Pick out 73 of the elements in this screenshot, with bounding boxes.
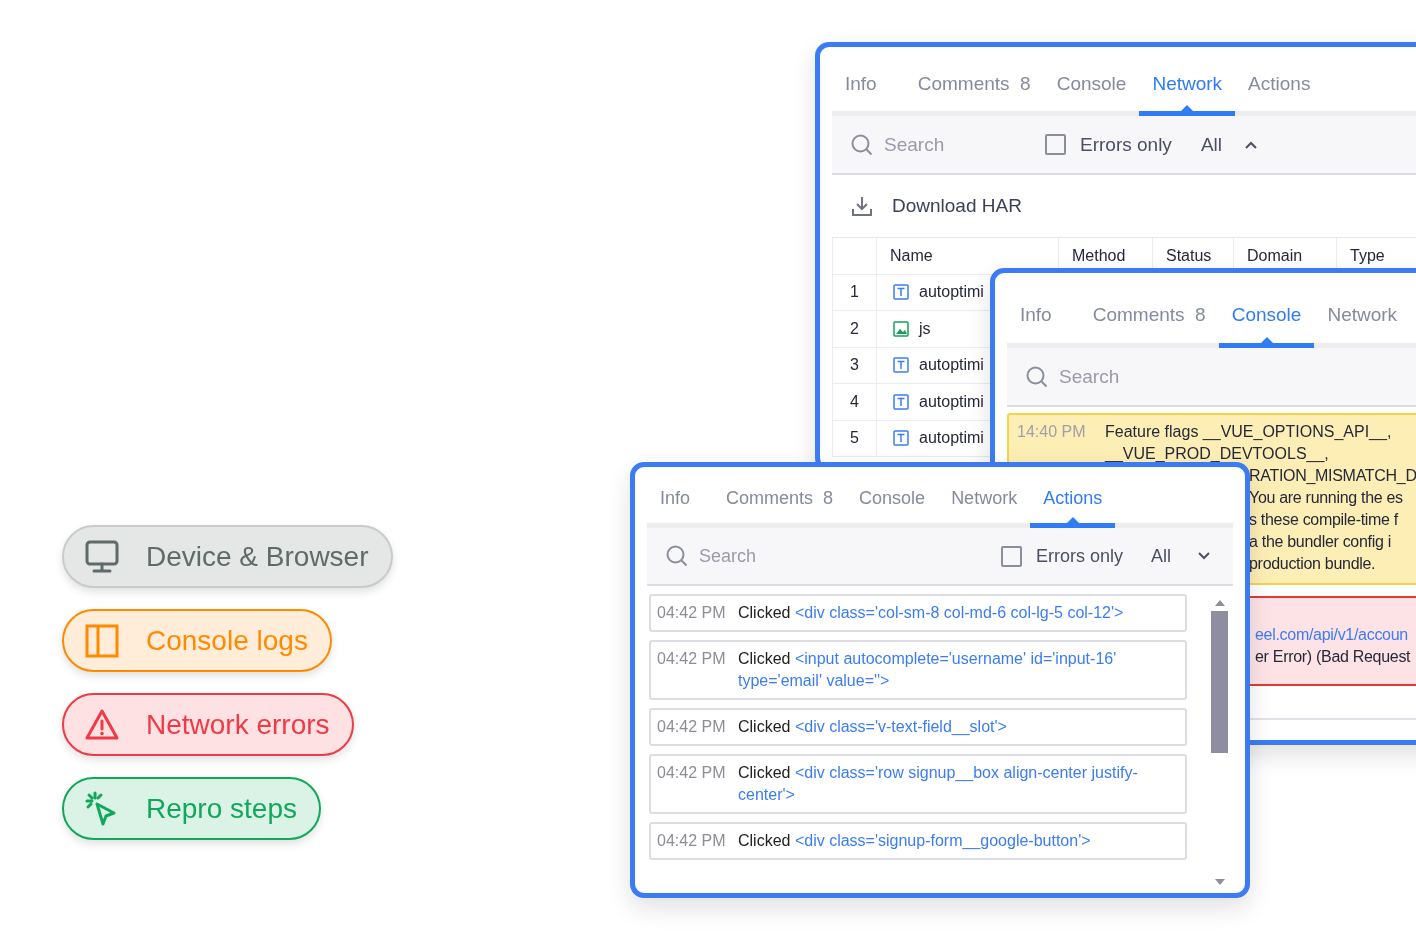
action-description: Clicked <div class='signup-form__google-button'> [738, 831, 1091, 852]
tab[interactable]: Comments 8 [904, 47, 1044, 116]
text-file-icon [893, 284, 909, 301]
action-time: 04:42 PM [657, 649, 727, 669]
action-description: Clicked <div class='v-text-field__slot'> [738, 717, 1007, 738]
log-message: er Error) (Bad Request [1255, 647, 1411, 667]
log-message: RATION_MISMATCH_D [1249, 466, 1416, 486]
text-file-icon [893, 393, 909, 410]
tab[interactable]: Comments 8 [713, 467, 847, 528]
text-file-icon [893, 430, 909, 447]
tab[interactable]: Network [938, 467, 1031, 528]
search-field[interactable]: Search [697, 544, 1001, 568]
row-number: 5 [832, 420, 877, 456]
download-icon[interactable] [850, 194, 874, 218]
search-field[interactable]: Search [850, 116, 1045, 173]
log-time: 14:40 PM [1017, 422, 1087, 442]
image-file-icon [893, 320, 909, 337]
badge-label: Repro steps [146, 792, 297, 825]
checkbox-label: Errors only [1080, 133, 1172, 156]
tab[interactable]: Info [1007, 273, 1065, 348]
search-icon [665, 544, 689, 568]
action-description: Clicked <div class='row signup__box align-center justify-center'> [738, 763, 1139, 805]
text-file-icon [893, 357, 909, 374]
tab[interactable]: Actions [1235, 47, 1324, 116]
log-message: production bundle. [1249, 554, 1376, 574]
search-field[interactable]: Search [882, 132, 1045, 157]
checkbox[interactable] [1045, 134, 1066, 155]
tab[interactable]: Comments 8 [1079, 273, 1219, 348]
request-name: autoptimi [919, 429, 984, 448]
filter-dropdown[interactable]: All [1200, 133, 1222, 156]
request-name: autoptimi [919, 392, 984, 411]
checkbox[interactable] [1000, 545, 1022, 567]
row-number: 4 [832, 384, 877, 420]
log-message: a the bundler config i [1249, 532, 1391, 552]
badge-label: Console logs [146, 624, 308, 657]
monitor-icon [84, 538, 120, 575]
action-time: 04:42 PM [657, 603, 727, 623]
log-message: s these compile-time f [1249, 510, 1398, 530]
badge-label: Device & Browser [146, 540, 369, 573]
request-name: js [919, 319, 931, 338]
row-number: 2 [832, 311, 877, 347]
scroll-down-icon[interactable] [1214, 879, 1225, 885]
action-description: Clicked <input autocomplete='username' id='input-16' type='email' value=''> [738, 649, 1118, 691]
log-message: __VUE_PROD_DEVTOOLS__, [1103, 444, 1329, 465]
tab[interactable]: Console [846, 467, 939, 528]
search-icon [850, 132, 874, 157]
log-message: You are running the es [1249, 488, 1403, 508]
action-description: Clicked <div class='col-sm-8 col-md-6 col-lg-5 col-12'> [738, 603, 1124, 623]
action-time: 04:42 PM [657, 717, 727, 737]
tab[interactable]: Network [1314, 273, 1411, 348]
tab[interactable]: Console [1043, 47, 1140, 116]
action-time: 04:42 PM [657, 763, 727, 783]
tab[interactable]: Info [647, 467, 704, 528]
chevron-down-icon[interactable] [1197, 551, 1211, 561]
request-link[interactable]: eel.com/api/v1/accoun [1255, 624, 1408, 646]
panel-icon [84, 622, 120, 659]
chevron-up-icon[interactable] [1244, 139, 1258, 150]
scroll-up-icon[interactable] [1214, 600, 1225, 606]
tab[interactable]: Info [832, 47, 890, 116]
row-number: 1 [832, 274, 877, 310]
search-field[interactable]: Search [665, 528, 1001, 584]
filter-dropdown[interactable]: All [1151, 545, 1171, 567]
request-name: autoptimi [919, 356, 984, 375]
request-name: autoptimi [919, 283, 984, 302]
badge-label: Network errors [146, 708, 330, 741]
log-message: Feature flags __VUE_OPTIONS_API__, [1105, 422, 1392, 443]
search-field[interactable]: Search [1057, 364, 1416, 389]
checkbox-label: Errors only [1035, 545, 1123, 567]
action-time: 04:42 PM [657, 831, 727, 851]
search-icon [1025, 364, 1049, 389]
scrollbar-thumb[interactable] [1211, 611, 1228, 753]
download-link[interactable]: Download HAR [892, 195, 1022, 217]
row-number: 3 [832, 347, 877, 383]
